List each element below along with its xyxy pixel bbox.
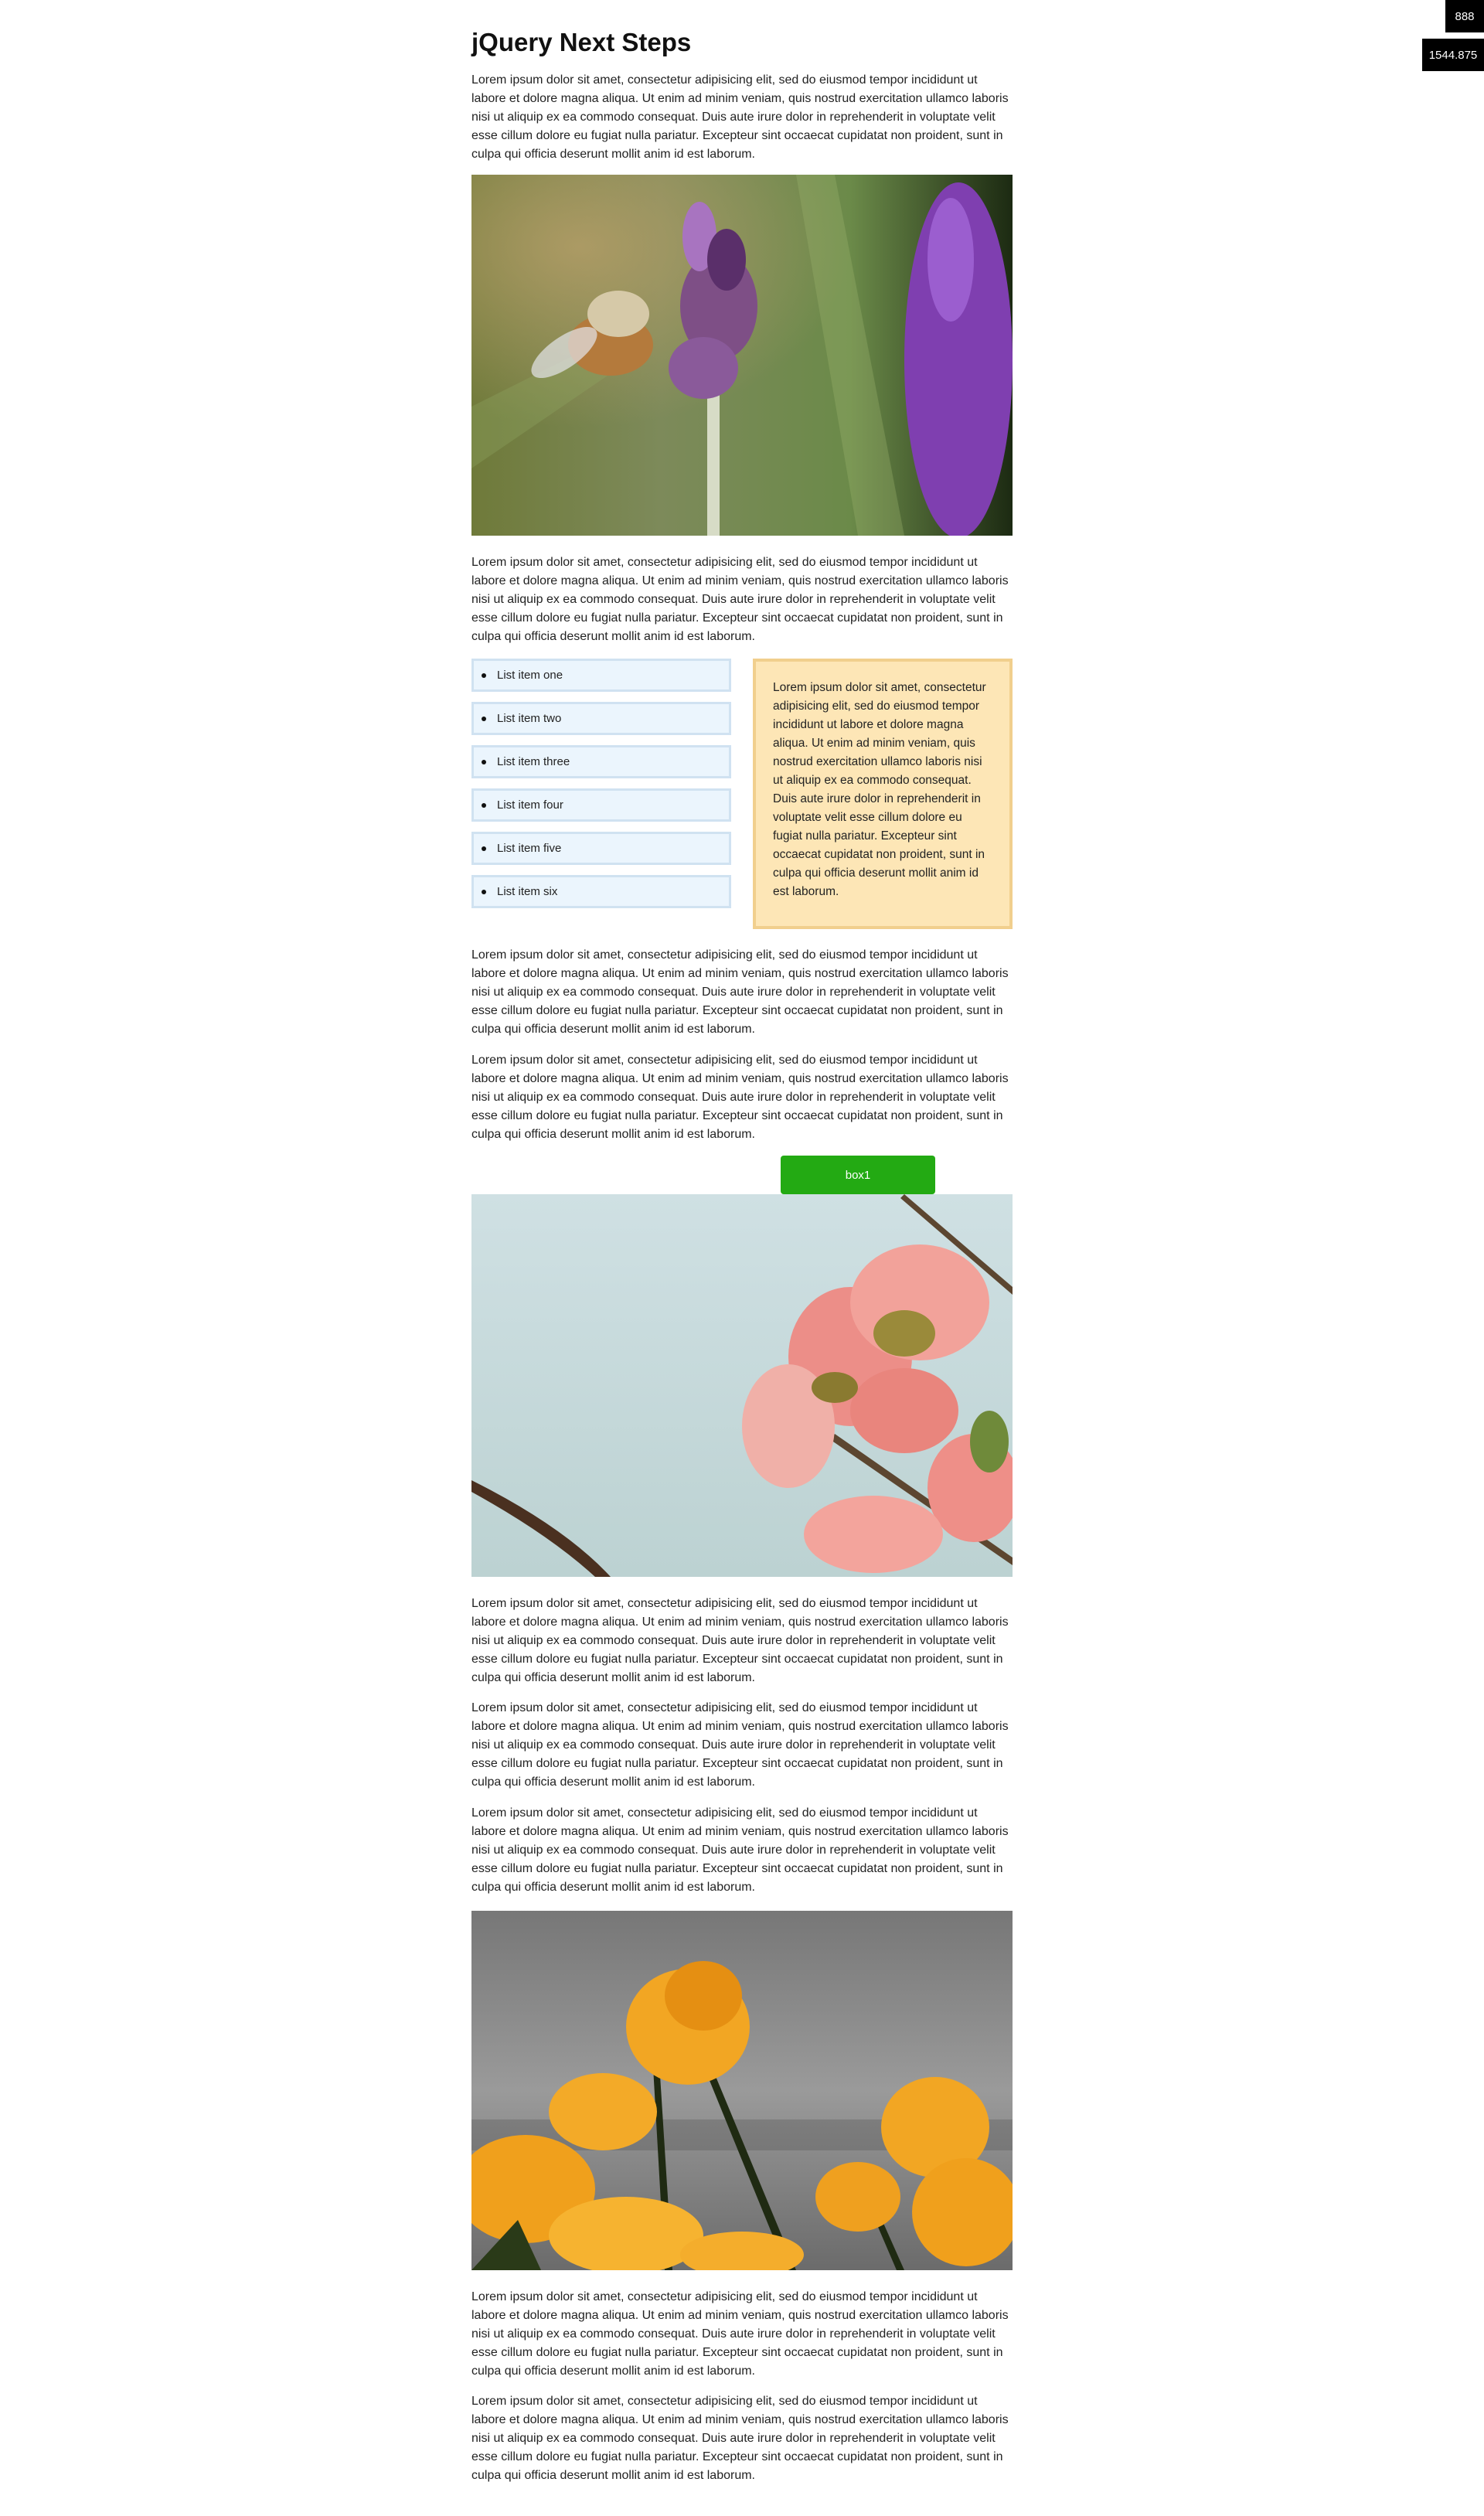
paragraph-4: Lorem ipsum dolor sit amet, consectetur … [471, 1054, 1009, 1141]
viewport-width-badge: 888 [1445, 0, 1484, 32]
list-item: List item five [471, 832, 731, 865]
list-item: List item one [471, 659, 731, 692]
aside-text: Lorem ipsum dolor sit amet, consectetur … [773, 681, 986, 898]
paragraph-2: Lorem ipsum dolor sit amet, consectetur … [471, 556, 1009, 643]
list-item: List item two [471, 702, 731, 735]
item-list: List item one List item two List item th… [471, 659, 731, 918]
page-title: jQuery Next Steps [471, 28, 692, 56]
scroll-position-badge: 1544.875 [1422, 39, 1484, 71]
poppies-image [471, 1911, 1013, 2270]
list-item: List item three [471, 745, 731, 778]
box1-button[interactable]: box1 [781, 1156, 935, 1194]
paragraph-5: Lorem ipsum dolor sit amet, consectetur … [471, 1597, 1009, 1684]
aside-box: Lorem ipsum dolor sit amet, consectetur … [753, 659, 1013, 929]
paragraph-7: Lorem ipsum dolor sit amet, consectetur … [471, 1806, 1009, 1894]
list-item: List item six [471, 875, 731, 908]
paragraph-8: Lorem ipsum dolor sit amet, consectetur … [471, 2290, 1009, 2378]
paragraph-6: Lorem ipsum dolor sit amet, consectetur … [471, 1701, 1009, 1789]
paragraph-9: Lorem ipsum dolor sit amet, consectetur … [471, 2395, 1009, 2482]
paragraph-1: Lorem ipsum dolor sit amet, consectetur … [471, 73, 1009, 161]
paragraph-3: Lorem ipsum dolor sit amet, consectetur … [471, 948, 1009, 1036]
dogwood-image [471, 1194, 1013, 1577]
bee-image [471, 175, 1013, 536]
list-item: List item four [471, 788, 731, 822]
